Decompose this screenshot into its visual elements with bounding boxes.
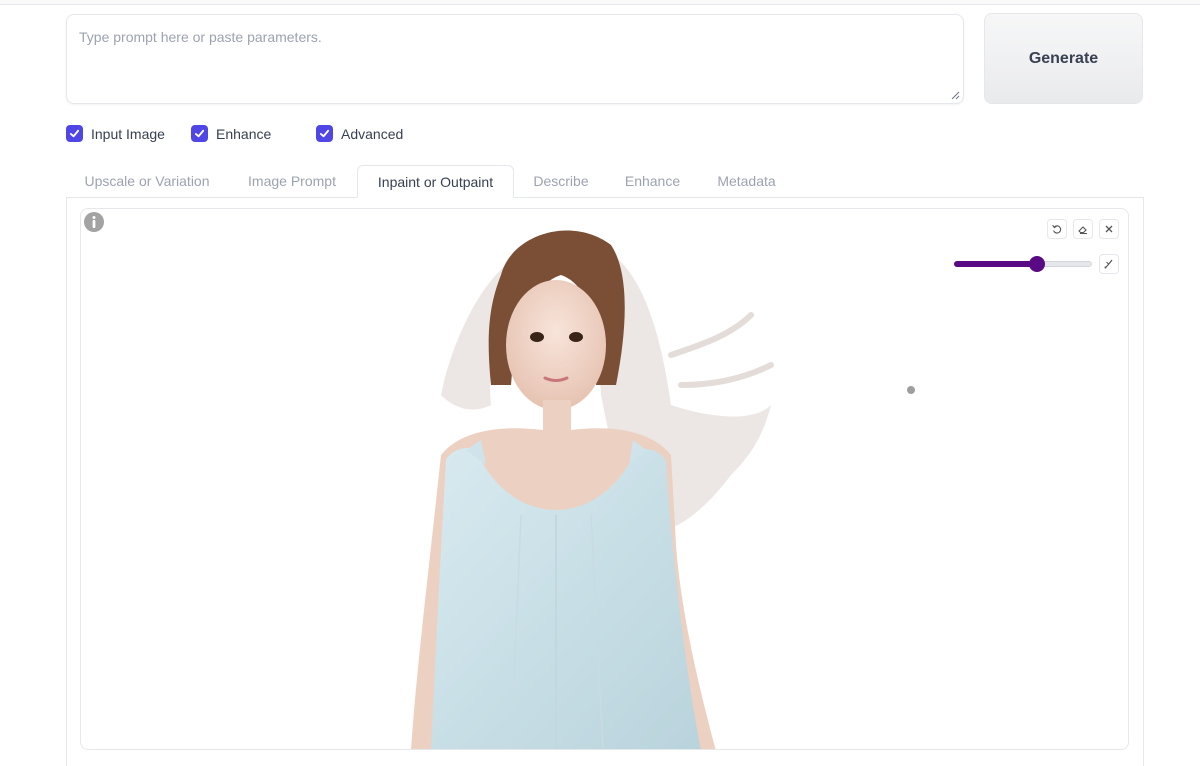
tab-upscale-or-variation[interactable]: Upscale or Variation xyxy=(66,165,228,197)
brush-color-button[interactable] xyxy=(1099,254,1119,274)
tab-describe[interactable]: Describe xyxy=(516,165,606,197)
eraser-button[interactable] xyxy=(1073,219,1093,239)
options-row: Input Image Enhance Advanced xyxy=(0,125,1200,145)
tab-metadata[interactable]: Metadata xyxy=(699,165,794,197)
top-border xyxy=(0,0,1200,5)
uploaded-image xyxy=(411,230,774,749)
checkbox-checked-icon[interactable] xyxy=(66,125,83,142)
brush-color-icon xyxy=(1104,259,1113,269)
clear-button[interactable] xyxy=(1099,219,1119,239)
info-icon[interactable] xyxy=(83,211,105,233)
checkbox-checked-icon[interactable] xyxy=(191,125,208,142)
close-icon xyxy=(1105,225,1113,233)
checkbox-checked-icon[interactable] xyxy=(316,125,333,142)
brush-size-slider[interactable] xyxy=(954,255,1092,273)
tab-bar: Upscale or Variation Image Prompt Inpain… xyxy=(66,165,1144,198)
tab-enhance[interactable]: Enhance xyxy=(606,165,699,197)
undo-button[interactable] xyxy=(1047,219,1067,239)
generate-button[interactable]: Generate xyxy=(984,13,1143,104)
enhance-label: Enhance xyxy=(216,125,272,142)
eraser-icon xyxy=(1078,226,1087,234)
prompt-box xyxy=(66,14,964,104)
brush-cursor xyxy=(907,386,915,394)
undo-icon xyxy=(1052,224,1062,234)
advanced-checkbox[interactable]: Advanced xyxy=(316,125,403,142)
enhance-checkbox[interactable]: Enhance xyxy=(191,125,271,142)
inpaint-canvas[interactable] xyxy=(80,208,1129,750)
advanced-label: Advanced xyxy=(341,125,404,142)
slider-fill xyxy=(954,261,1037,267)
input-image-checkbox[interactable]: Input Image xyxy=(66,125,165,142)
slider-thumb[interactable] xyxy=(1028,256,1045,272)
tab-inpaint-or-outpaint[interactable]: Inpaint or Outpaint xyxy=(357,165,514,198)
tab-image-prompt[interactable]: Image Prompt xyxy=(228,165,356,197)
input-image-label: Input Image xyxy=(91,125,165,142)
resize-grip-icon[interactable] xyxy=(950,90,960,100)
prompt-input[interactable] xyxy=(67,15,963,103)
